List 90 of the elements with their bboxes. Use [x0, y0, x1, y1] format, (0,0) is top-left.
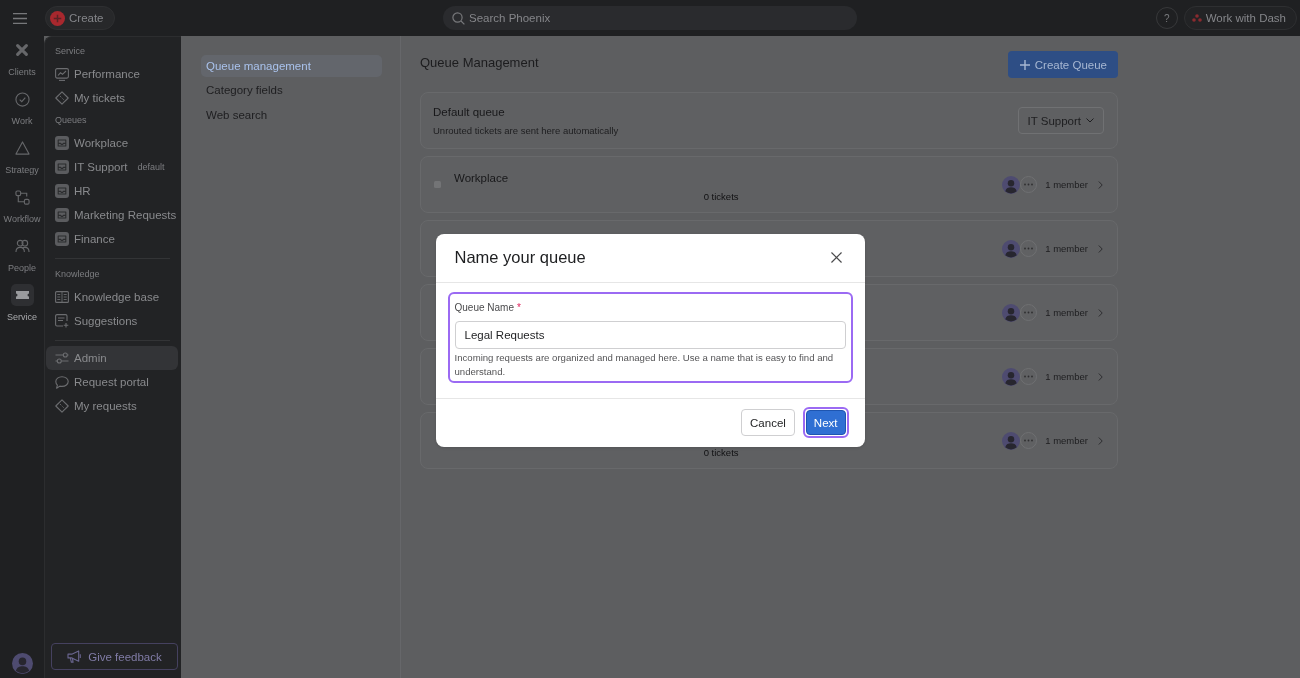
- rail-item[interactable]: People: [0, 235, 44, 284]
- ticket-count: 0 tickets: [703, 191, 739, 202]
- queue-dropdown[interactable]: IT Support: [1017, 107, 1104, 134]
- field-help-text: Incoming requests are organized and managed here. Use a name that is easy to find and understand.: [454, 350, 835, 379]
- triangle-icon: [14, 141, 30, 155]
- inbox-icon: [55, 184, 69, 198]
- close-icon[interactable]: [830, 252, 842, 263]
- sidebar-item[interactable]: IT Support: [46, 155, 136, 179]
- avatar-icon: [1002, 239, 1021, 258]
- people-icon: [14, 239, 30, 253]
- member-count: 1 member: [1045, 435, 1088, 446]
- rail-item[interactable]: Work: [0, 88, 44, 137]
- avatar-icon: [11, 653, 33, 674]
- member-count: 1 member: [1045, 371, 1088, 382]
- inbox-icon: [55, 232, 69, 246]
- create-queue-button[interactable]: Create Queue: [1007, 51, 1118, 78]
- sidebar-item[interactable]: My tickets: [46, 86, 178, 110]
- member-count: 1 member: [1045, 307, 1088, 318]
- sidebar-heading: Knowledge: [54, 268, 101, 281]
- sidebar-item[interactable]: Knowledge base: [46, 285, 178, 309]
- sidebar-item[interactable]: Performance: [46, 62, 178, 86]
- rail-item[interactable]: Service: [0, 284, 44, 333]
- cross-icon: [15, 43, 29, 57]
- plus-icon: [1019, 59, 1030, 70]
- sidebar-item[interactable]: Workplace: [46, 131, 178, 155]
- sidebar-item[interactable]: Finance: [46, 227, 178, 251]
- sidebar-item[interactable]: Admin: [46, 346, 178, 370]
- connected-nodes-icon: [14, 189, 30, 205]
- work-with-dash-button[interactable]: Work with Dash: [1183, 6, 1297, 30]
- list-plus-icon: [55, 314, 69, 328]
- settings-nav-item[interactable]: Category fields: [201, 79, 382, 101]
- chevron-right-icon: [1098, 180, 1103, 189]
- sliders-icon: [55, 352, 69, 364]
- search-icon: [452, 11, 465, 25]
- three-dots-icon: [1191, 14, 1202, 22]
- diamond-icon: [55, 399, 69, 413]
- next-button[interactable]: Next: [802, 407, 849, 438]
- inbox-icon: [55, 160, 69, 174]
- create-button[interactable]: Create: [45, 6, 115, 30]
- more-icon: [1020, 240, 1038, 257]
- sidebar-item[interactable]: My requests: [46, 394, 178, 418]
- chevron-right-icon: [1098, 436, 1103, 445]
- sidebar-item[interactable]: HR: [46, 179, 178, 203]
- cancel-button[interactable]: Cancel: [741, 409, 795, 436]
- field-label: Queue Name: [454, 300, 514, 315]
- diamond-icon: [55, 91, 69, 105]
- more-icon: [1020, 432, 1038, 449]
- chevron-right-icon: [1098, 372, 1103, 381]
- input-field[interactable]: Legal Requests: [454, 320, 846, 349]
- caret-icon: [1086, 118, 1094, 123]
- settings-nav-item[interactable]: Queue management: [201, 55, 382, 77]
- give-feedback-button[interactable]: Give feedback: [51, 643, 178, 670]
- more-icon: [1020, 304, 1038, 321]
- ticket-count: 0 tickets: [703, 447, 739, 458]
- avatar-icon: [1002, 303, 1021, 322]
- chevron-right-icon: [1098, 308, 1103, 317]
- queue-name: Workplace: [454, 172, 509, 184]
- chevron-right-icon: [1098, 244, 1103, 253]
- page-title: Queue Management: [420, 55, 539, 70]
- queue-card[interactable]: Workplace 0 tickets 1 member: [420, 156, 1118, 213]
- member-count: 1 member: [1045, 179, 1088, 190]
- more-icon: [1020, 368, 1038, 385]
- dialog-title: Name your queue: [454, 248, 586, 267]
- avatar-icon: [1002, 431, 1021, 450]
- check-circle-icon: [14, 91, 30, 107]
- megaphone-icon: [67, 650, 83, 663]
- speech-bubble-icon: [55, 375, 69, 389]
- inbox-icon: [55, 136, 69, 150]
- settings-nav-item[interactable]: Web search: [201, 104, 382, 126]
- search-field[interactable]: Search Phoenix: [443, 6, 857, 30]
- menu-icon[interactable]: [13, 12, 27, 24]
- sidebar-heading: Service: [54, 45, 86, 58]
- rail-item[interactable]: Workflow: [0, 186, 44, 235]
- avatar-icon: [1002, 367, 1021, 386]
- avatar-icon: [1002, 175, 1021, 194]
- member-count: 1 member: [1045, 243, 1088, 254]
- inbox-icon: [55, 208, 69, 222]
- default-label: default: [137, 162, 165, 172]
- chart-icon: [55, 67, 69, 81]
- default-queue-title: Default queue: [433, 104, 506, 120]
- plus-circle-icon: [50, 10, 65, 26]
- required-mark: *: [517, 300, 521, 315]
- sidebar-heading: Queues: [54, 114, 88, 127]
- rail-item[interactable]: Clients: [0, 39, 44, 88]
- sidebar-item[interactable]: Request portal: [46, 370, 178, 394]
- rail-item[interactable]: Strategy: [0, 137, 44, 186]
- more-icon: [1020, 176, 1038, 193]
- sidebar-item[interactable]: Suggestions: [46, 309, 178, 333]
- book-icon: [55, 291, 69, 303]
- ticket-icon: [10, 284, 34, 306]
